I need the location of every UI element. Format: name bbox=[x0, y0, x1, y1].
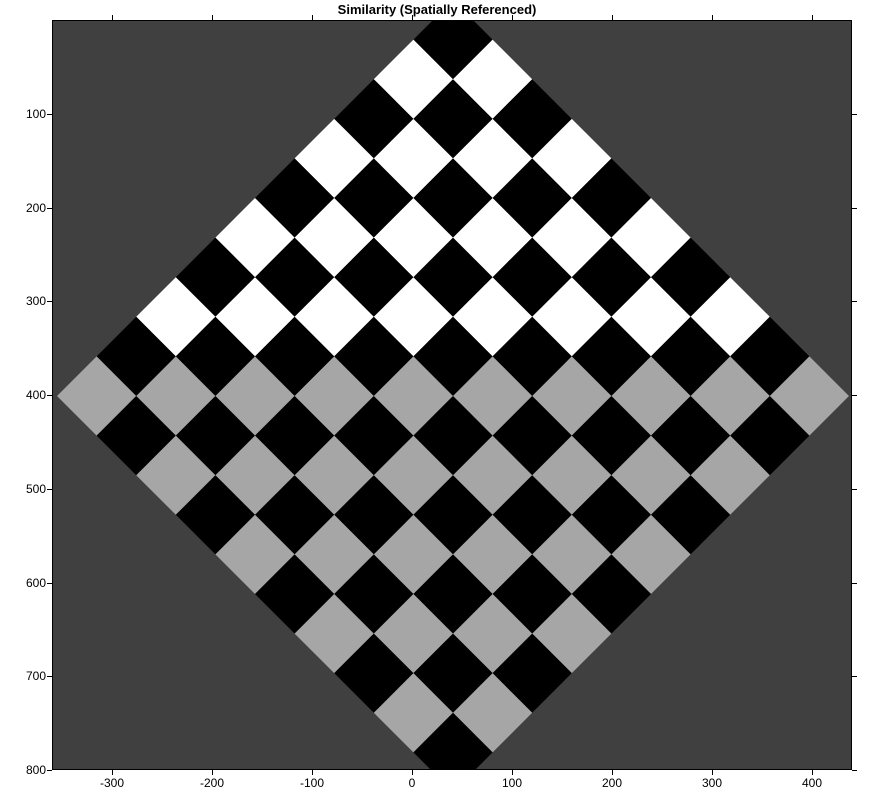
x-tick bbox=[812, 770, 813, 775]
x-tick bbox=[212, 15, 213, 20]
y-tick bbox=[47, 583, 52, 584]
x-tick bbox=[312, 15, 313, 20]
x-tick bbox=[412, 15, 413, 20]
y-tick bbox=[47, 301, 52, 302]
x-tick bbox=[112, 770, 113, 775]
x-tick bbox=[712, 15, 713, 20]
x-tick bbox=[812, 15, 813, 20]
x-tick-label: 0 bbox=[409, 776, 416, 790]
y-tick-label: 500 bbox=[18, 482, 46, 496]
x-tick-label: 300 bbox=[702, 776, 722, 790]
x-tick-label: 100 bbox=[502, 776, 522, 790]
y-tick bbox=[852, 208, 857, 209]
y-tick bbox=[47, 676, 52, 677]
x-tick-label: -100 bbox=[300, 776, 324, 790]
checkerboard-image bbox=[57, 20, 849, 770]
y-tick-label: 800 bbox=[18, 763, 46, 777]
y-tick bbox=[852, 676, 857, 677]
x-tick bbox=[412, 770, 413, 775]
y-tick bbox=[852, 489, 857, 490]
x-tick bbox=[612, 15, 613, 20]
x-tick bbox=[712, 770, 713, 775]
x-tick-label: 400 bbox=[802, 776, 822, 790]
x-tick-label: -300 bbox=[100, 776, 124, 790]
y-tick-label: 300 bbox=[18, 294, 46, 308]
y-tick bbox=[852, 770, 857, 771]
y-tick bbox=[852, 301, 857, 302]
x-tick-label: 200 bbox=[602, 776, 622, 790]
plot-title: Similarity (Spatially Referenced) bbox=[0, 2, 874, 17]
x-tick bbox=[312, 770, 313, 775]
x-tick bbox=[112, 15, 113, 20]
y-tick bbox=[852, 114, 857, 115]
y-tick bbox=[47, 770, 52, 771]
y-tick-label: 600 bbox=[18, 576, 46, 590]
y-tick bbox=[47, 114, 52, 115]
y-tick bbox=[47, 208, 52, 209]
x-tick bbox=[512, 770, 513, 775]
x-tick bbox=[212, 770, 213, 775]
axes-inner bbox=[53, 21, 851, 769]
y-tick bbox=[47, 395, 52, 396]
x-tick bbox=[512, 15, 513, 20]
x-tick-label: -200 bbox=[200, 776, 224, 790]
x-tick bbox=[612, 770, 613, 775]
y-tick bbox=[47, 489, 52, 490]
y-tick bbox=[852, 395, 857, 396]
axes[interactable] bbox=[52, 20, 852, 770]
y-tick-label: 200 bbox=[18, 201, 46, 215]
y-tick-label: 100 bbox=[18, 107, 46, 121]
y-tick bbox=[852, 583, 857, 584]
y-tick-label: 400 bbox=[18, 388, 46, 402]
figure: Similarity (Spatially Referenced) -300 -2… bbox=[0, 0, 874, 800]
y-tick-label: 700 bbox=[18, 669, 46, 683]
